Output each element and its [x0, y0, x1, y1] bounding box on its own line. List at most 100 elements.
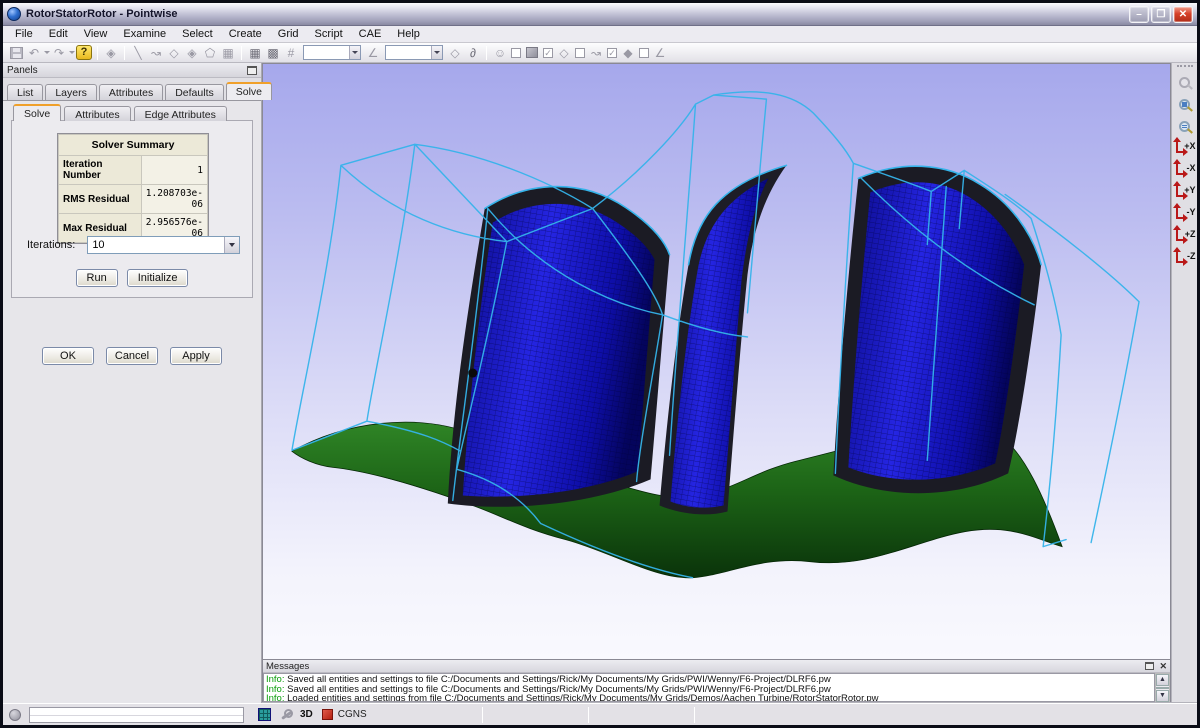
dimension-combobox[interactable]	[303, 45, 361, 60]
connector-icon[interactable]: ↝	[587, 44, 605, 61]
angle-icon[interactable]: ∠	[364, 44, 382, 61]
float-panel-icon[interactable]	[247, 66, 257, 75]
subtab-edge-attributes[interactable]: Edge Attributes	[134, 106, 227, 121]
main-toolbar: ↶ ↷ ? ◈ ╲ ↝ ◇ ◈ ⬠ ▦ ▦ ▩ # ∠ ◇ ∂ ☺ ✓ ◇ ↝ …	[3, 43, 1197, 63]
combo-arrow-icon[interactable]	[224, 237, 239, 253]
messages-title: Messages	[266, 661, 1141, 672]
axis-icon	[1176, 250, 1185, 263]
mask-icon[interactable]: ☺	[491, 44, 509, 61]
tool-probe-icon[interactable]	[279, 708, 293, 722]
view-minus-y-button[interactable]: -Y	[1174, 204, 1196, 224]
float-panel-icon[interactable]	[1145, 662, 1154, 670]
menu-examine[interactable]: Examine	[115, 27, 174, 41]
domain-mesh-icon[interactable]: ◈	[183, 44, 201, 61]
scroll-thumb[interactable]	[1156, 687, 1169, 689]
menu-file[interactable]: File	[7, 27, 41, 41]
messages-scrollbar[interactable]: ▲ ▼	[1155, 673, 1170, 702]
zoom-fit-icon[interactable]	[1174, 116, 1195, 137]
tab-defaults[interactable]: Defaults	[165, 84, 224, 100]
view-minus-x-button[interactable]: -X	[1174, 160, 1196, 180]
angle2-icon[interactable]: ∠	[651, 44, 669, 61]
layers-icon[interactable]: ◈	[102, 44, 120, 61]
domain-icon[interactable]: ◇	[165, 44, 183, 61]
cube-icon[interactable]	[523, 44, 541, 61]
toolbar-grip[interactable]	[1177, 65, 1193, 69]
apply-button[interactable]: Apply	[170, 347, 222, 365]
zoom-box-icon[interactable]	[1174, 94, 1195, 115]
show-blocks-checkbox[interactable]: ✓	[543, 48, 553, 58]
scroll-up-icon[interactable]: ▲	[1156, 674, 1169, 686]
menu-edit[interactable]: Edit	[41, 27, 76, 41]
flat-domain-icon[interactable]: ◇	[555, 44, 573, 61]
undo-dropdown-icon[interactable]	[43, 44, 50, 61]
scroll-down-icon[interactable]: ▼	[1156, 690, 1169, 702]
redo-dropdown-icon[interactable]	[68, 44, 75, 61]
angle-combobox[interactable]	[385, 45, 443, 60]
partial-derivative-icon[interactable]: ∂	[464, 44, 482, 61]
table-row: Iteration Number 1	[59, 156, 207, 184]
toolbar-separator	[124, 46, 125, 60]
view-plus-x-button[interactable]: +X	[1174, 138, 1196, 158]
dimension-mode-label[interactable]: 3D	[300, 709, 313, 720]
minimize-button[interactable]: –	[1129, 6, 1149, 23]
unstructured-grid-icon[interactable]: ▩	[264, 44, 282, 61]
initialize-button[interactable]: Initialize	[127, 269, 189, 287]
show-connectors-checkbox[interactable]: ✓	[607, 48, 617, 58]
undo-icon[interactable]: ↶	[25, 44, 43, 61]
rms-residual-value: 1.208703e-06	[142, 185, 207, 213]
spline-icon[interactable]: ↝	[147, 44, 165, 61]
restore-button[interactable]: ❐	[1151, 6, 1171, 23]
panels-panel: Panels List Layers Attributes Defaults S…	[3, 63, 262, 703]
tab-layers[interactable]: Layers	[45, 84, 97, 100]
menu-bar: File Edit View Examine Select Create Gri…	[3, 26, 1197, 43]
view-minus-z-button[interactable]: -Z	[1174, 248, 1196, 268]
grid-mode-icon[interactable]	[258, 708, 271, 721]
panels-header: Panels	[3, 63, 261, 78]
grid-point-marker	[468, 369, 477, 378]
run-button[interactable]: Run	[76, 269, 118, 287]
view-plus-y-button[interactable]: +Y	[1174, 182, 1196, 202]
cancel-button[interactable]: Cancel	[106, 347, 158, 365]
subtab-solve[interactable]: Solve	[13, 104, 61, 121]
dimension-icon[interactable]: #	[282, 44, 300, 61]
redo-icon[interactable]: ↷	[50, 44, 68, 61]
menu-help[interactable]: Help	[389, 27, 428, 41]
diamond2-icon[interactable]: ◆	[619, 44, 637, 61]
menu-cae[interactable]: CAE	[351, 27, 390, 41]
message-log[interactable]: Info: Saved all entities and settings to…	[263, 673, 1155, 702]
menu-view[interactable]: View	[76, 27, 116, 41]
diamond-tool-icon[interactable]: ◇	[446, 44, 464, 61]
cae-solver-label[interactable]: CGNS	[338, 709, 367, 720]
combo-arrow-icon[interactable]	[431, 46, 442, 59]
show-domains-checkbox[interactable]	[575, 48, 585, 58]
zoom-icon[interactable]	[1174, 72, 1195, 93]
two-point-curve-icon[interactable]: ╲	[129, 44, 147, 61]
save-icon[interactable]	[7, 44, 25, 61]
toolbar-separator	[241, 46, 242, 60]
axis-icon	[1176, 228, 1185, 241]
combo-arrow-icon[interactable]	[349, 46, 360, 59]
iterations-combobox[interactable]: 10	[87, 236, 240, 254]
structured-grid-icon[interactable]: ▦	[246, 44, 264, 61]
subtab-attributes[interactable]: Attributes	[64, 106, 130, 121]
show-spacings-checkbox[interactable]	[639, 48, 649, 58]
block-icon[interactable]: ▦	[219, 44, 237, 61]
close-button[interactable]: ✕	[1173, 6, 1193, 23]
show-points-checkbox[interactable]	[511, 48, 521, 58]
title-bar[interactable]: RotorStatorRotor - Pointwise – ❐ ✕	[3, 3, 1197, 26]
close-panel-icon[interactable]: ✕	[1159, 662, 1167, 670]
menu-script[interactable]: Script	[307, 27, 351, 41]
3d-viewport[interactable]	[262, 63, 1171, 659]
axis-icon	[1176, 162, 1185, 175]
cae-solver-icon	[322, 709, 333, 720]
ok-button[interactable]: OK	[42, 347, 94, 365]
view-plus-z-button[interactable]: +Z	[1174, 226, 1196, 246]
tab-list[interactable]: List	[7, 84, 43, 100]
menu-create[interactable]: Create	[221, 27, 270, 41]
tab-attributes[interactable]: Attributes	[99, 84, 163, 100]
help-icon[interactable]: ?	[75, 44, 93, 61]
menu-select[interactable]: Select	[174, 27, 221, 41]
extrude-icon[interactable]: ⬠	[201, 44, 219, 61]
tab-solve[interactable]: Solve	[226, 82, 272, 100]
menu-grid[interactable]: Grid	[270, 27, 307, 41]
